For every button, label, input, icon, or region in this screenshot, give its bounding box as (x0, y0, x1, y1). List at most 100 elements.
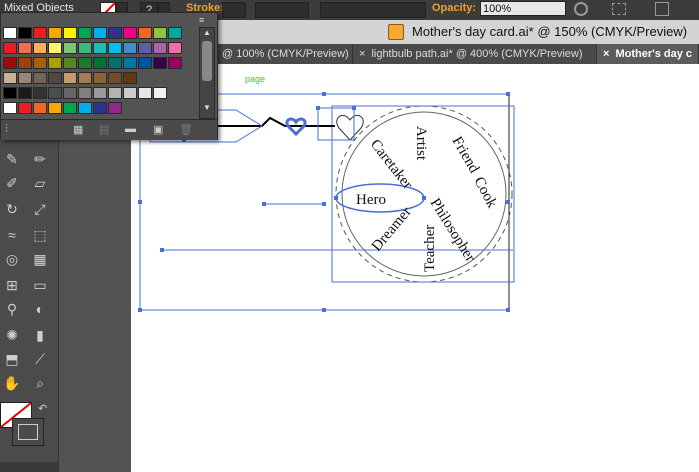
paintbrush-icon[interactable]: ✎ (2, 150, 22, 168)
color-swatch[interactable] (33, 102, 47, 114)
color-swatch[interactable] (153, 57, 167, 69)
mesh-icon[interactable]: ⊞ (2, 276, 22, 294)
color-swatch[interactable] (78, 87, 92, 99)
scroll-thumb[interactable] (202, 41, 212, 81)
color-swatch[interactable] (78, 102, 92, 114)
word-friend[interactable]: Friend (449, 134, 483, 176)
zoom-icon[interactable]: ⌕ (30, 374, 50, 392)
color-swatch[interactable] (48, 57, 62, 69)
blob-brush-icon[interactable]: ✐ (2, 174, 22, 192)
show-kinds-icon[interactable]: ▦ (73, 123, 83, 136)
color-swatch[interactable] (123, 42, 137, 54)
color-swatch[interactable] (3, 87, 17, 99)
color-swatch[interactable] (63, 57, 77, 69)
color-swatch[interactable] (123, 27, 137, 39)
eraser-icon[interactable]: ▱ (30, 174, 50, 192)
arrow-path[interactable] (216, 116, 335, 127)
hand-icon[interactable]: ✋ (2, 374, 22, 392)
color-swatch[interactable] (138, 87, 152, 99)
color-swatch[interactable] (108, 87, 122, 99)
color-swatch[interactable] (18, 57, 32, 69)
shape-builder-icon[interactable]: ◎ (2, 250, 22, 268)
swatch-options-icon[interactable]: ▤ (99, 123, 109, 136)
warp-icon[interactable]: ≈ (2, 226, 22, 244)
color-swatch[interactable] (78, 72, 92, 84)
eyedropper-icon[interactable]: ⚲ (2, 300, 22, 318)
color-swatch[interactable] (48, 27, 62, 39)
color-swatch[interactable] (33, 72, 47, 84)
scale-icon[interactable]: ⤢ (30, 200, 50, 218)
color-swatch[interactable] (138, 27, 152, 39)
color-swatch[interactable] (3, 27, 17, 39)
blend-icon[interactable]: ◐ (30, 300, 50, 318)
color-swatch[interactable] (63, 72, 77, 84)
word-artist[interactable]: Artist (413, 126, 429, 161)
color-swatch[interactable] (93, 87, 107, 99)
library-menu-icon[interactable]: ⫶ (5, 123, 8, 136)
color-swatch[interactable] (18, 72, 32, 84)
color-swatch[interactable] (78, 42, 92, 54)
stroke-color-icon[interactable] (12, 418, 44, 446)
color-swatch[interactable] (18, 42, 32, 54)
color-swatch[interactable] (3, 72, 17, 84)
color-swatch[interactable] (108, 27, 122, 39)
symbol-sprayer-icon[interactable]: ✺ (2, 326, 22, 344)
color-swatch[interactable] (33, 87, 47, 99)
word-hero[interactable]: Hero (356, 192, 386, 208)
word-cook[interactable]: Cook (470, 174, 500, 211)
gradient-icon[interactable]: ▭ (30, 276, 50, 294)
swap-colors-icon[interactable]: ↶ (38, 402, 47, 415)
color-swatch[interactable] (108, 57, 122, 69)
artboard-icon[interactable]: ⬒ (2, 350, 22, 368)
new-swatch-icon[interactable]: ▣ (153, 123, 163, 136)
color-swatch[interactable] (138, 42, 152, 54)
color-swatch[interactable] (153, 27, 167, 39)
word-teacher[interactable]: Teacher (422, 225, 438, 272)
rotate-icon[interactable]: ↻ (2, 200, 22, 218)
color-swatch[interactable] (93, 102, 107, 114)
color-swatch[interactable] (93, 57, 107, 69)
color-swatch[interactable] (108, 42, 122, 54)
color-swatch[interactable] (18, 102, 32, 114)
heart-outline[interactable] (336, 115, 364, 141)
color-swatch[interactable] (123, 87, 137, 99)
color-swatch[interactable] (123, 72, 137, 84)
color-swatch[interactable] (153, 42, 167, 54)
color-swatch[interactable] (33, 27, 47, 39)
slice-icon[interactable]: ⟋ (30, 350, 50, 368)
color-swatch[interactable] (48, 42, 62, 54)
color-swatch[interactable] (93, 72, 107, 84)
pencil-icon[interactable]: ✏ (30, 150, 50, 168)
color-swatch[interactable] (168, 42, 182, 54)
color-swatch[interactable] (138, 57, 152, 69)
color-swatch[interactable] (33, 57, 47, 69)
color-swatch[interactable] (168, 57, 182, 69)
scroll-down-icon[interactable]: ▼ (200, 103, 214, 112)
color-swatch[interactable] (123, 57, 137, 69)
color-swatch[interactable] (48, 72, 62, 84)
color-swatch[interactable] (93, 27, 107, 39)
color-swatch[interactable] (63, 87, 77, 99)
color-swatch[interactable] (63, 102, 77, 114)
color-swatch[interactable] (18, 87, 32, 99)
color-swatch[interactable] (3, 102, 17, 114)
color-swatch[interactable] (168, 27, 182, 39)
color-swatch[interactable] (63, 42, 77, 54)
color-swatch[interactable] (3, 42, 17, 54)
color-swatch[interactable] (48, 102, 62, 114)
color-swatch[interactable] (153, 87, 167, 99)
scroll-up-icon[interactable]: ▲ (200, 28, 214, 37)
free-transform-icon[interactable]: ⬚ (30, 226, 50, 244)
color-swatch[interactable] (3, 57, 17, 69)
draw-mode-icon[interactable] (0, 462, 58, 472)
color-swatch[interactable] (48, 87, 62, 99)
swatch-scrollbar[interactable]: ▲ ▼ (199, 27, 215, 119)
color-swatch[interactable] (108, 72, 122, 84)
color-swatch[interactable] (78, 57, 92, 69)
new-color-group-icon[interactable]: ▬ (125, 123, 136, 135)
color-swatch[interactable] (33, 42, 47, 54)
color-swatch[interactable] (78, 27, 92, 39)
color-swatch[interactable] (108, 102, 122, 114)
color-swatch[interactable] (63, 27, 77, 39)
delete-swatch-icon[interactable]: 🗑 (179, 123, 193, 136)
